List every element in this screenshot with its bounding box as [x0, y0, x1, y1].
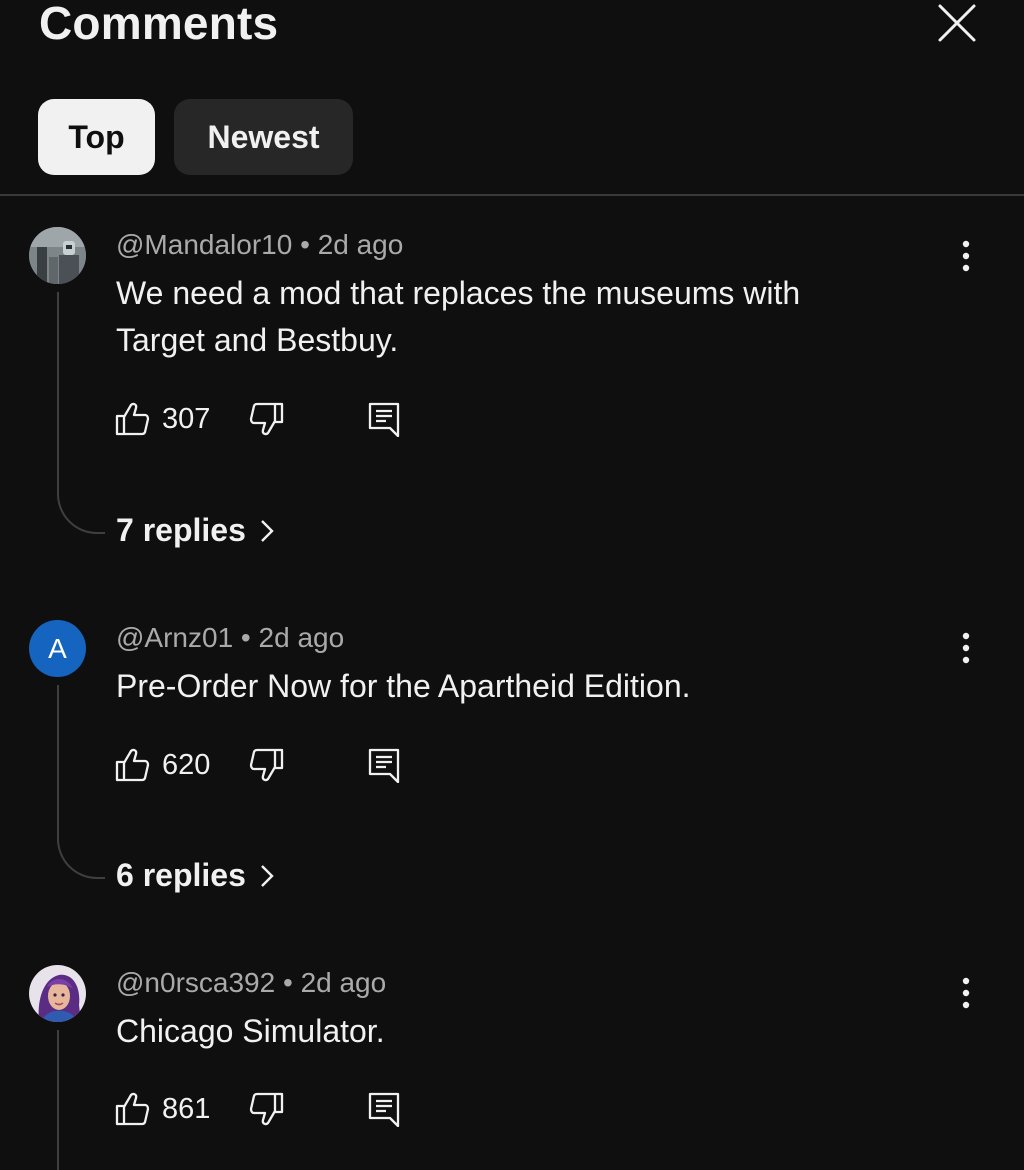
filter-chip-top[interactable]: Top [38, 99, 155, 175]
robot-photo-avatar-icon [29, 227, 86, 284]
comments-panel: Comments Top Newest @Mandalor10 • 2d ago… [0, 0, 1024, 1170]
more-vert-icon [962, 632, 970, 664]
replies-label: 6 replies [116, 857, 246, 893]
dislike-button[interactable] [249, 743, 285, 787]
close-button[interactable] [930, 0, 984, 46]
thumbs-down-icon [249, 402, 284, 436]
thumbs-down-icon [249, 1092, 284, 1126]
like-button[interactable]: 307 [114, 397, 210, 441]
reply-comment-icon [368, 748, 400, 783]
like-count: 307 [162, 402, 211, 435]
thumbs-down-icon [249, 748, 284, 782]
meta-separator: • [300, 229, 318, 260]
chevron-right-icon [261, 519, 274, 542]
thumbs-up-icon [115, 1092, 150, 1126]
view-replies-button[interactable]: 6 replies [116, 857, 274, 894]
dislike-button[interactable] [249, 397, 285, 441]
comment-meta: @Arnz01 • 2d ago [116, 622, 344, 654]
more-options-button[interactable] [946, 973, 986, 1013]
thread-connector [57, 494, 105, 534]
comment-time: 2d ago [317, 229, 404, 260]
thread-line [57, 685, 59, 841]
replies-label: 7 replies [116, 512, 246, 548]
meta-separator: • [240, 622, 259, 653]
meta-separator: • [282, 967, 301, 998]
thread-line [57, 292, 59, 496]
thumbs-up-icon [115, 748, 150, 782]
like-button[interactable]: 620 [114, 743, 210, 787]
thread-line [57, 1030, 59, 1170]
more-options-button[interactable] [946, 628, 986, 668]
avatar[interactable] [29, 227, 86, 284]
divider [0, 194, 1024, 196]
avatar[interactable]: A [29, 620, 86, 677]
like-count: 620 [162, 748, 211, 781]
like-button[interactable]: 861 [114, 1087, 210, 1131]
page-title: Comments [39, 0, 279, 49]
more-vert-icon [962, 977, 970, 1009]
dislike-button[interactable] [249, 1087, 285, 1131]
comment-author[interactable]: @Arnz01 [116, 622, 233, 653]
like-count: 861 [162, 1092, 211, 1125]
more-vert-icon [962, 240, 970, 272]
comment-author[interactable]: @n0rsca392 [116, 967, 275, 998]
comment-meta: @Mandalor10 • 2d ago [116, 229, 403, 261]
comment-text: We need a mod that replaces the museums … [116, 275, 801, 358]
comment-text: Chicago Simulator. [116, 1013, 385, 1049]
view-replies-button[interactable]: 7 replies [116, 512, 274, 549]
reply-comment-icon [368, 1092, 400, 1127]
comment-author[interactable]: @Mandalor10 [116, 229, 292, 260]
thread-connector [57, 839, 105, 879]
reply-button[interactable] [367, 397, 401, 441]
avatar[interactable] [29, 965, 86, 1022]
close-icon [938, 4, 976, 42]
comment-meta: @n0rsca392 • 2d ago [116, 967, 386, 999]
thumbs-up-icon [115, 402, 150, 436]
filter-chip-newest[interactable]: Newest [174, 99, 353, 175]
purple-hair-character-avatar-icon [29, 965, 86, 1022]
reply-button[interactable] [367, 743, 401, 787]
comment-text: Pre-Order Now for the Apartheid Edition. [116, 668, 691, 704]
reply-comment-icon [368, 402, 400, 437]
comment-time: 2d ago [258, 622, 345, 653]
chevron-right-icon [261, 864, 274, 887]
reply-button[interactable] [367, 1087, 401, 1131]
comment-time: 2d ago [300, 967, 387, 998]
more-options-button[interactable] [946, 236, 986, 276]
